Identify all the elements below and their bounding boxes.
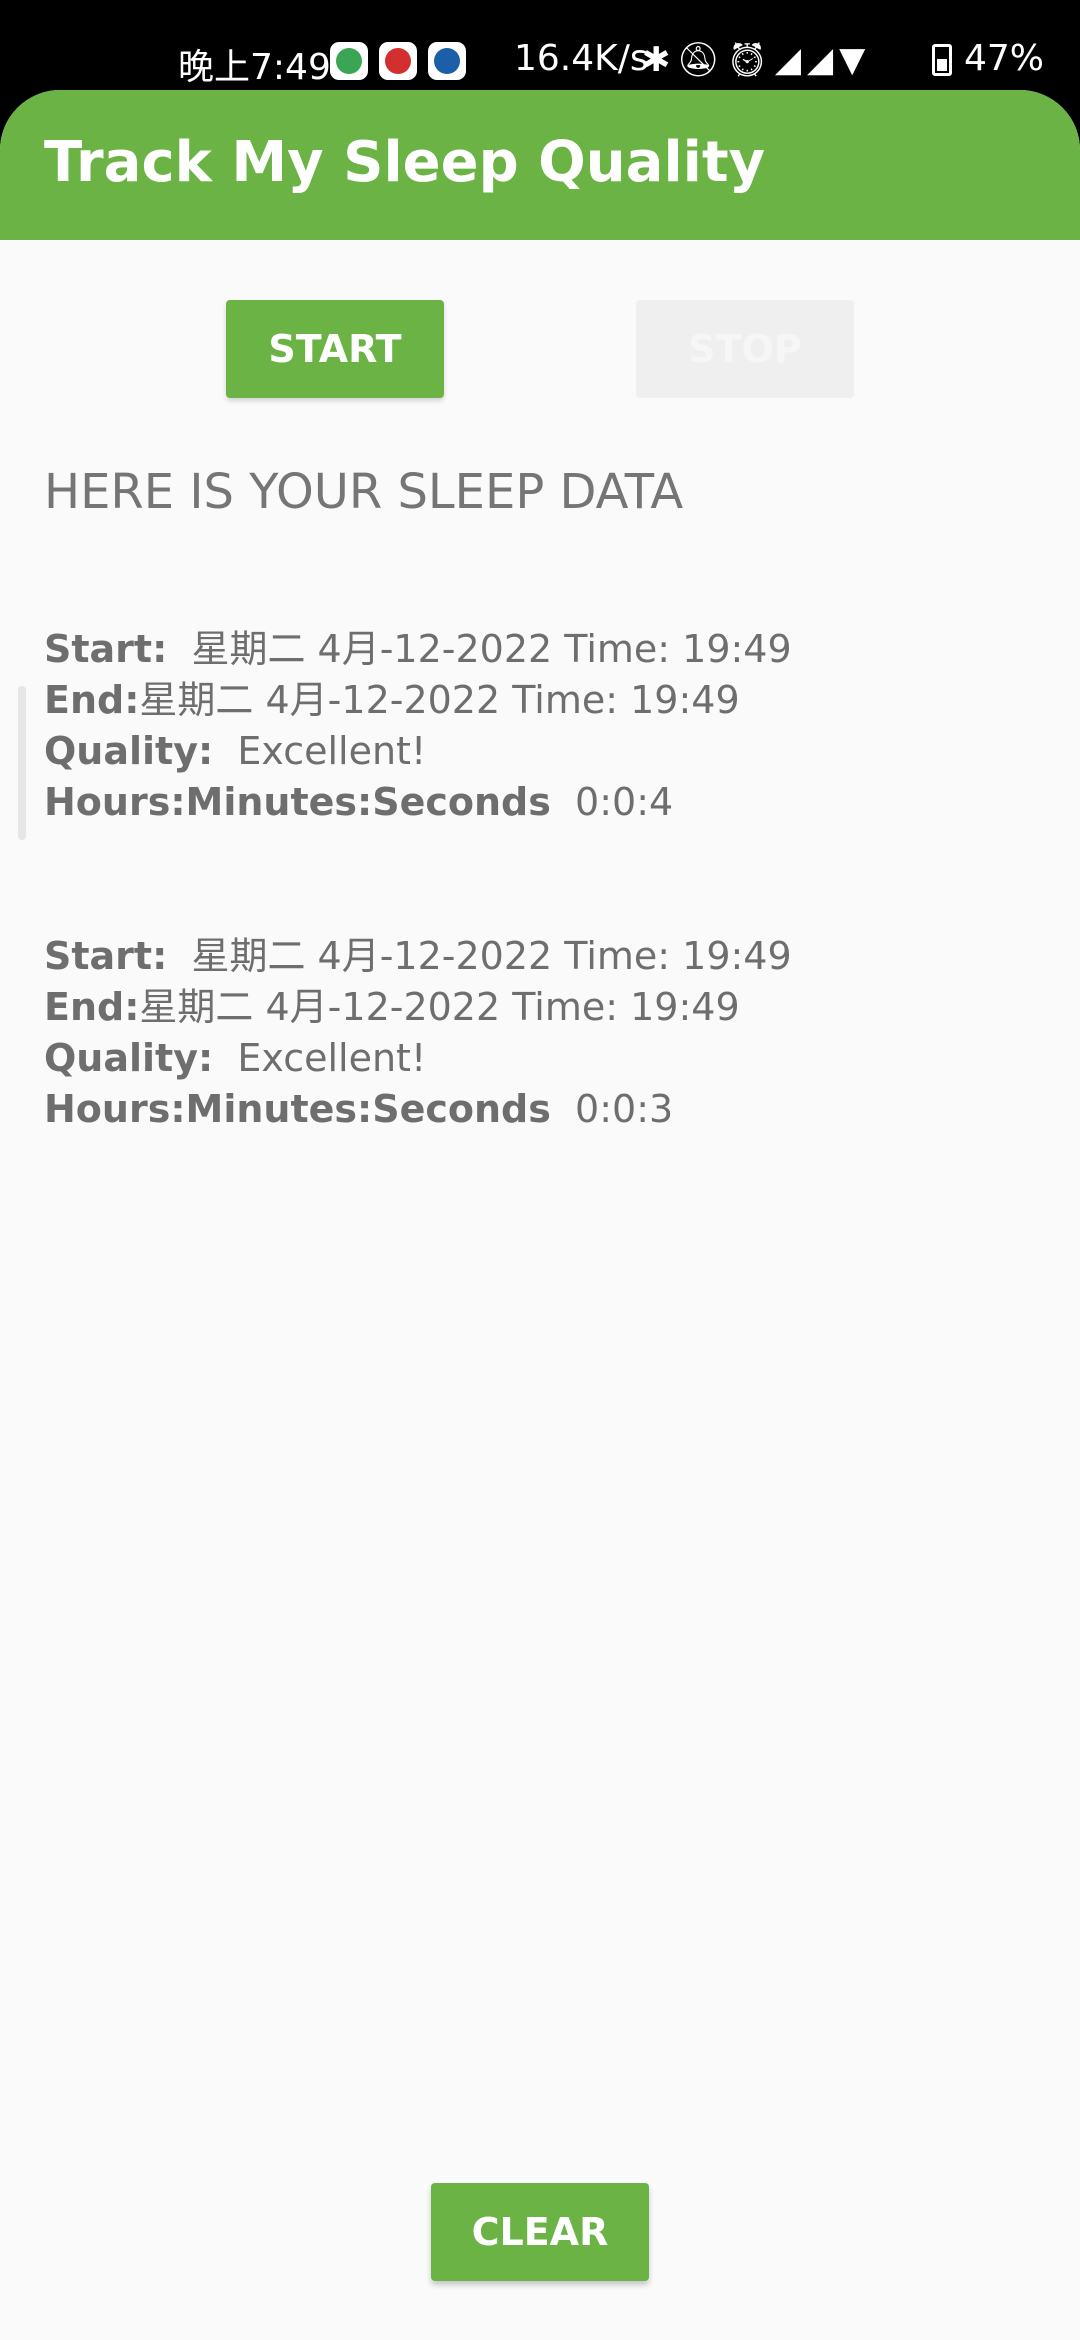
battery-icon	[932, 44, 952, 76]
status-time: 晚上7:49	[178, 47, 331, 88]
list-item: Start: 星期二 4月-12-2022 Time: 19:49 End:星期…	[44, 931, 1044, 1135]
clear-button[interactable]: CLEAR	[431, 2183, 649, 2281]
end-label: End:	[44, 678, 140, 722]
end-row: End:星期二 4月-12-2022 Time: 19:49	[44, 982, 1044, 1033]
hd-signal-icon: ◢	[807, 40, 840, 80]
start-row: Start: 星期二 4月-12-2022 Time: 19:49	[44, 931, 1044, 982]
wifi-icon: ▼	[839, 40, 872, 80]
page-heading: HERE IS YOUR SLEEP DATA	[44, 464, 684, 520]
quality-value: Excellent!	[237, 729, 427, 773]
duration-value: 0:0:4	[575, 780, 674, 824]
start-label: Start:	[44, 627, 168, 671]
app-icon-green	[330, 42, 368, 80]
bluetooth-icon: ✱	[642, 40, 677, 80]
quality-label: Quality:	[44, 1036, 214, 1080]
status-icons: ✱🔕︎⏰︎◢◢▼	[642, 40, 871, 80]
quality-row: Quality: Excellent!	[44, 1033, 1044, 1084]
end-value: 星期二 4月-12-2022 Time: 19:49	[139, 678, 740, 722]
app-icon-red	[379, 42, 417, 80]
list-item: Start: 星期二 4月-12-2022 Time: 19:49 End:星期…	[44, 624, 1044, 828]
toolbar-title: Track My Sleep Quality	[44, 130, 766, 195]
duration-label: Hours:Minutes:Seconds	[44, 780, 551, 824]
bell-off-icon: 🔕︎	[676, 40, 726, 80]
alarm-icon: ⏰︎	[725, 40, 775, 80]
start-value: 星期二 4月-12-2022 Time: 19:49	[191, 627, 792, 671]
quality-label: Quality:	[44, 729, 214, 773]
start-button[interactable]: START	[226, 300, 444, 398]
duration-value: 0:0:3	[575, 1087, 674, 1131]
start-value: 星期二 4月-12-2022 Time: 19:49	[191, 934, 792, 978]
duration-row: Hours:Minutes:Seconds 0:0:4	[44, 777, 1044, 828]
app-icon-blue	[428, 42, 466, 80]
status-bar: 晚上7:49 16.4K/s ✱🔕︎⏰︎◢◢▼ 47%	[0, 0, 1080, 92]
start-label: Start:	[44, 934, 168, 978]
app-toolbar: Track My Sleep Quality	[0, 90, 1080, 240]
end-label: End:	[44, 985, 140, 1029]
app-screen: Track My Sleep Quality START STOP HERE I…	[0, 90, 1080, 2340]
hd-signal-icon: ◢	[774, 40, 807, 80]
duration-label: Hours:Minutes:Seconds	[44, 1087, 551, 1131]
duration-row: Hours:Minutes:Seconds 0:0:3	[44, 1084, 1044, 1135]
stop-button[interactable]: STOP	[636, 300, 854, 398]
end-value: 星期二 4月-12-2022 Time: 19:49	[139, 985, 740, 1029]
quality-value: Excellent!	[237, 1036, 427, 1080]
network-speed: 16.4K/s	[514, 38, 649, 79]
quality-row: Quality: Excellent!	[44, 726, 1044, 777]
battery-level: 47%	[964, 38, 1045, 79]
end-row: End:星期二 4月-12-2022 Time: 19:49	[44, 675, 1044, 726]
start-row: Start: 星期二 4月-12-2022 Time: 19:49	[44, 624, 1044, 675]
scrollbar[interactable]	[18, 686, 26, 840]
